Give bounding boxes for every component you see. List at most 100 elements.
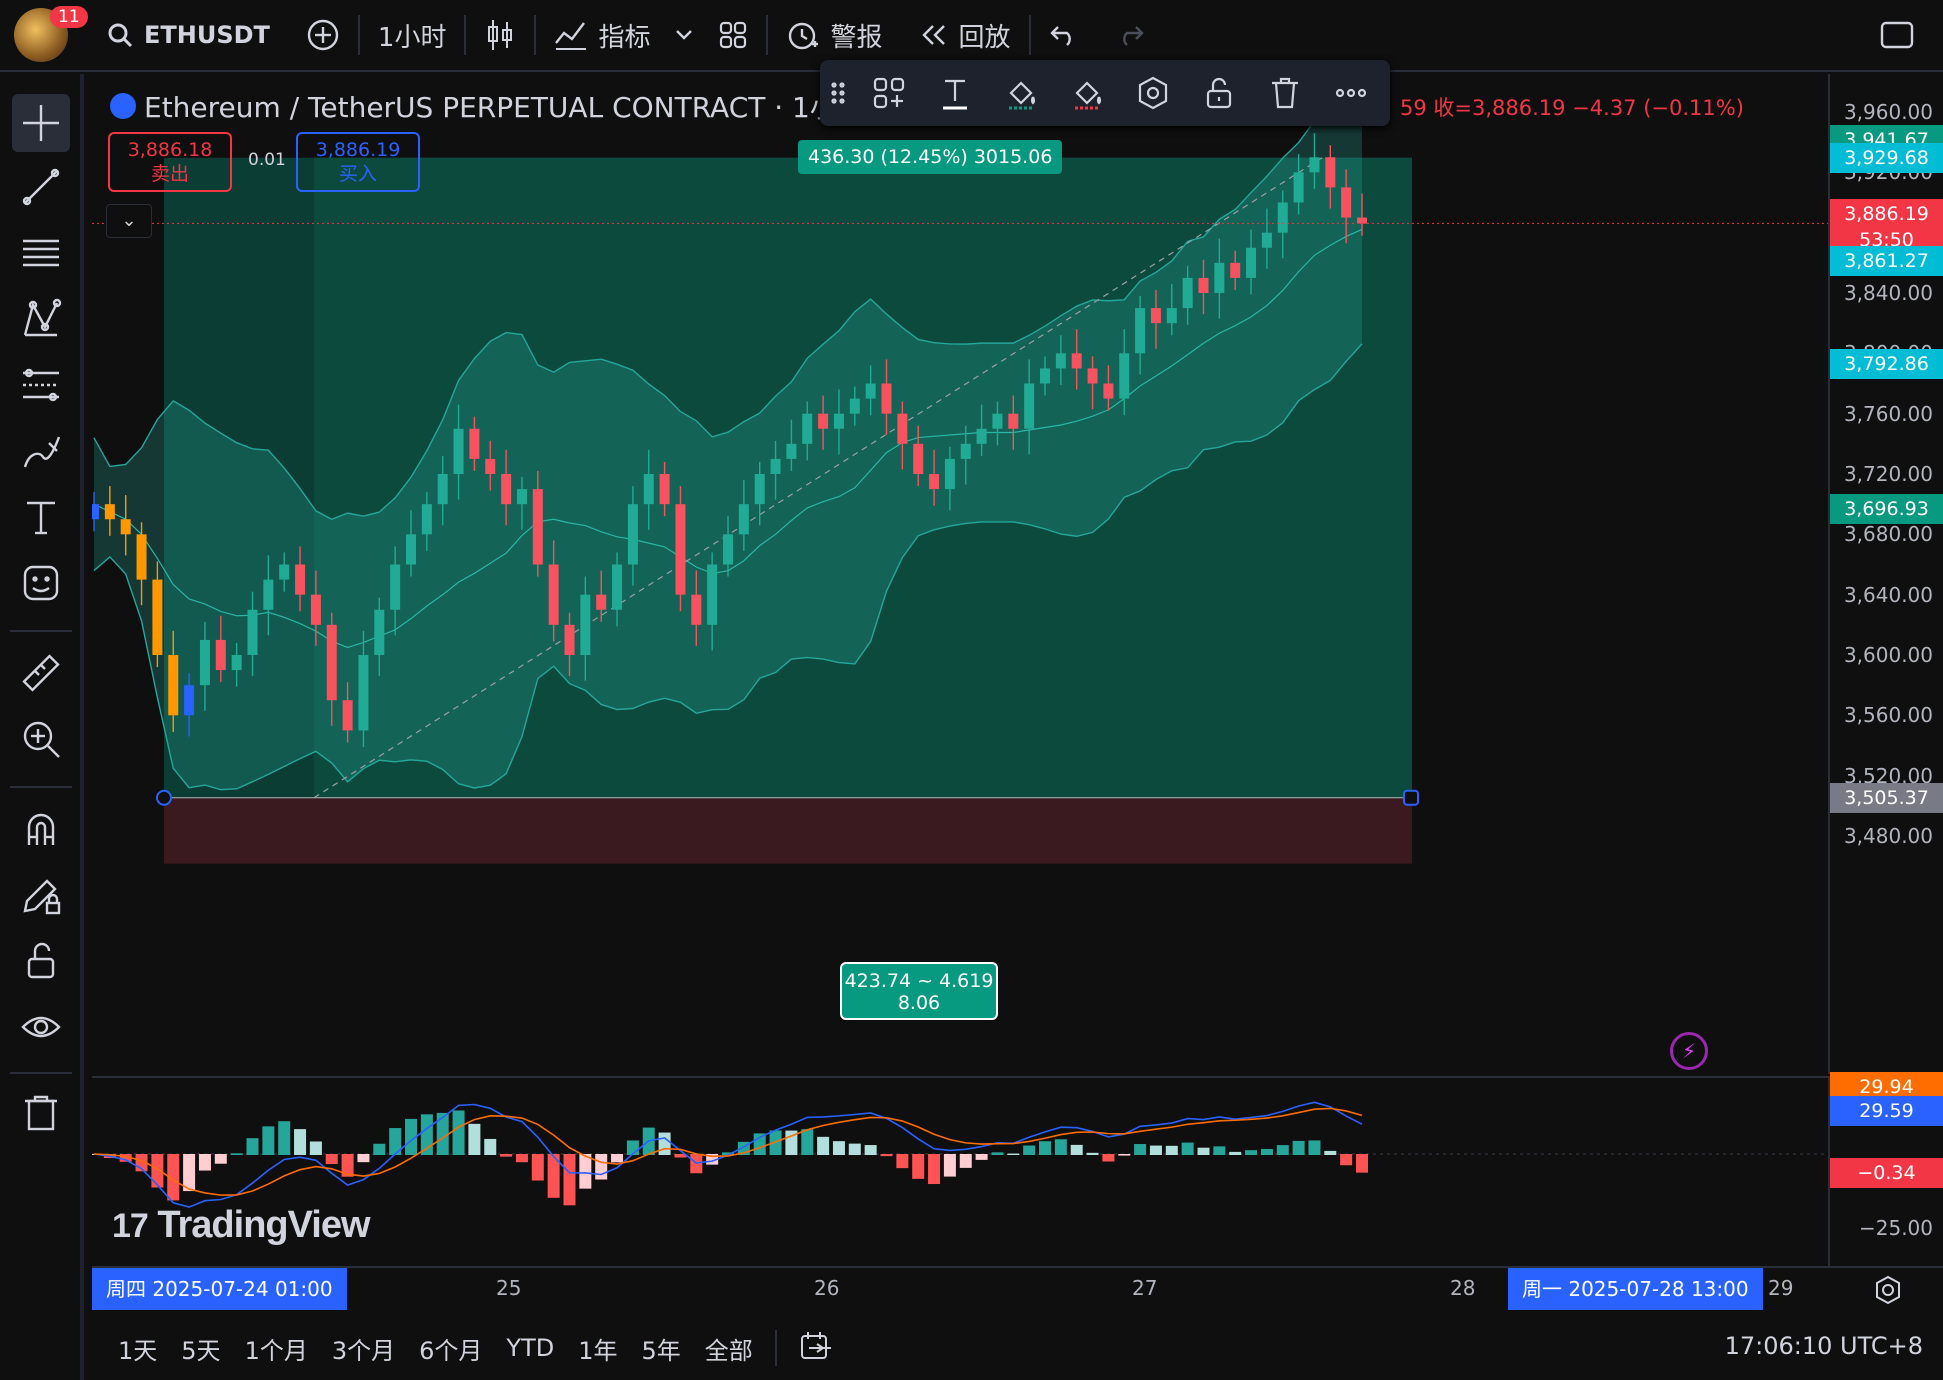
trendline-tool[interactable] [12,158,70,216]
magnet-tool[interactable] [12,800,70,858]
range-6m[interactable]: 6个月 [407,1331,494,1366]
price-chart[interactable] [92,74,1828,1074]
text-color-button[interactable] [922,60,988,126]
search-icon [108,23,133,48]
settings-button[interactable] [1120,60,1186,126]
macd-histogram-bar [1054,1139,1067,1155]
range-1m[interactable]: 1个月 [233,1331,320,1366]
macd-histogram-bar [230,1153,243,1155]
lock-drawings-tool[interactable] [12,932,70,990]
range-1y[interactable]: 1年 [566,1331,629,1366]
macd-histogram-bar [294,1129,307,1155]
time-axis[interactable]: 周四 2025-07-24 01:00 25 26 27 28 周一 2025-… [92,1266,1943,1310]
macd-histogram-bar [1213,1146,1226,1155]
trash-icon [25,1095,57,1131]
macd-scale[interactable]: 29.94 29.59 −0.34 −25.00 [1828,1072,1943,1266]
ohlc-values: 59 收=3,886.19 −4.37 (−0.11%) [1400,96,1744,120]
remove-drawings-tool[interactable] [12,1084,70,1142]
lock-button[interactable] [1186,60,1252,126]
range-1d[interactable]: 1天 [106,1331,169,1366]
macd-histogram-bar [611,1154,624,1163]
macd-histogram-bar [246,1138,259,1155]
layout-button[interactable] [700,0,766,71]
ethereum-icon [110,93,136,119]
interval-button[interactable]: 1小时 [360,0,465,71]
price-label: 3,792.86 [1830,349,1943,380]
goto-date-button[interactable] [787,1330,845,1366]
measure-tool[interactable] [12,644,70,702]
clock-timezone[interactable]: 17:06:10 UTC+8 [1725,1332,1923,1360]
macd-histogram-bar [436,1112,449,1155]
macd-histogram-bar [214,1154,227,1164]
price-tick: 3,720.00 [1843,462,1933,486]
zoom-tool[interactable] [12,710,70,768]
drag-dots-icon [831,82,845,104]
paint-bucket-icon [1075,81,1102,110]
templates-button[interactable] [856,60,922,126]
macd-histogram-bar [500,1154,513,1157]
divider [10,786,72,788]
compare-button[interactable] [288,0,358,71]
price-tick: 3,840.00 [1843,281,1933,305]
range-3m[interactable]: 3个月 [320,1331,407,1366]
undo-icon [1049,26,1071,46]
settings-gear-icon[interactable] [1872,1274,1904,1310]
range-ytd[interactable]: YTD [494,1334,566,1362]
candle [675,486,686,612]
time-end-highlight: 周一 2025-07-28 13:00 [1508,1268,1763,1310]
time-label: 27 [1132,1276,1158,1300]
macd-histogram-bar [1181,1142,1194,1155]
macd-histogram-bar [1165,1145,1178,1155]
macd-histogram-bar [975,1154,988,1160]
collapse-legend-button[interactable]: ⌄ [106,204,152,238]
price-scale[interactable]: 3,960.003,920.003,840.003,800.003,760.00… [1828,74,1943,1074]
drag-handle[interactable] [820,60,856,126]
projection-tool[interactable] [12,356,70,414]
fib-tool[interactable] [12,224,70,282]
macd-histogram-bar [357,1154,370,1163]
range-5y[interactable]: 5年 [630,1331,693,1366]
icon-tool[interactable] [12,554,70,612]
sell-button[interactable]: 3,886.18 卖出 [108,132,232,192]
lightning-icon[interactable]: ⚡ [1670,1032,1708,1070]
crosshair-tool[interactable] [12,94,70,152]
loss-color-button[interactable] [1054,60,1120,126]
pencil-lock-icon [23,879,61,915]
macd-histogram-bar [864,1145,877,1155]
fullscreen-button[interactable] [1861,0,1933,71]
fill-color-button[interactable] [988,60,1054,126]
delete-button[interactable] [1252,60,1318,126]
indicators-button[interactable]: 指标 [536,0,668,71]
more-button[interactable] [1318,60,1384,126]
chart-type-button[interactable] [466,0,534,71]
hide-drawings-tool[interactable] [12,998,70,1056]
notification-badge: 11 [50,6,88,28]
measure-bottom-line1: 423.74 ~ 4.619 [844,970,994,992]
time-start-highlight: 周四 2025-07-24 01:00 [92,1268,347,1310]
range-all[interactable]: 全部 [693,1331,765,1366]
macd-histogram-bar [325,1154,338,1165]
price-label: 3,861.27 [1830,245,1943,276]
macd-histogram-bar [373,1143,386,1155]
time-label: 25 [496,1276,522,1300]
macd-histogram-bar [484,1138,497,1155]
rewind-icon [921,25,945,45]
pattern-tool[interactable] [12,290,70,348]
alarm-clock-icon [789,22,819,50]
templates-dropdown[interactable] [668,0,700,71]
drawing-mode-tool[interactable] [12,866,70,924]
drawing-toolbar [0,74,84,1380]
macd-histogram-bar [1039,1141,1051,1155]
text-tool[interactable] [12,488,70,546]
time-label: 28 [1450,1276,1476,1300]
buy-button[interactable]: 3,886.19 买入 [296,132,420,192]
symbol-search[interactable]: ETHUSDT [88,0,288,71]
macd-histogram-bar [452,1110,465,1155]
macd-histogram-bar [595,1154,608,1180]
range-5d[interactable]: 5天 [169,1331,232,1366]
magnet-icon [27,813,55,845]
pattern-icon [23,298,62,337]
ruler-icon [22,654,60,692]
macd-histogram-bar [1245,1150,1258,1155]
brush-tool[interactable] [12,422,70,480]
